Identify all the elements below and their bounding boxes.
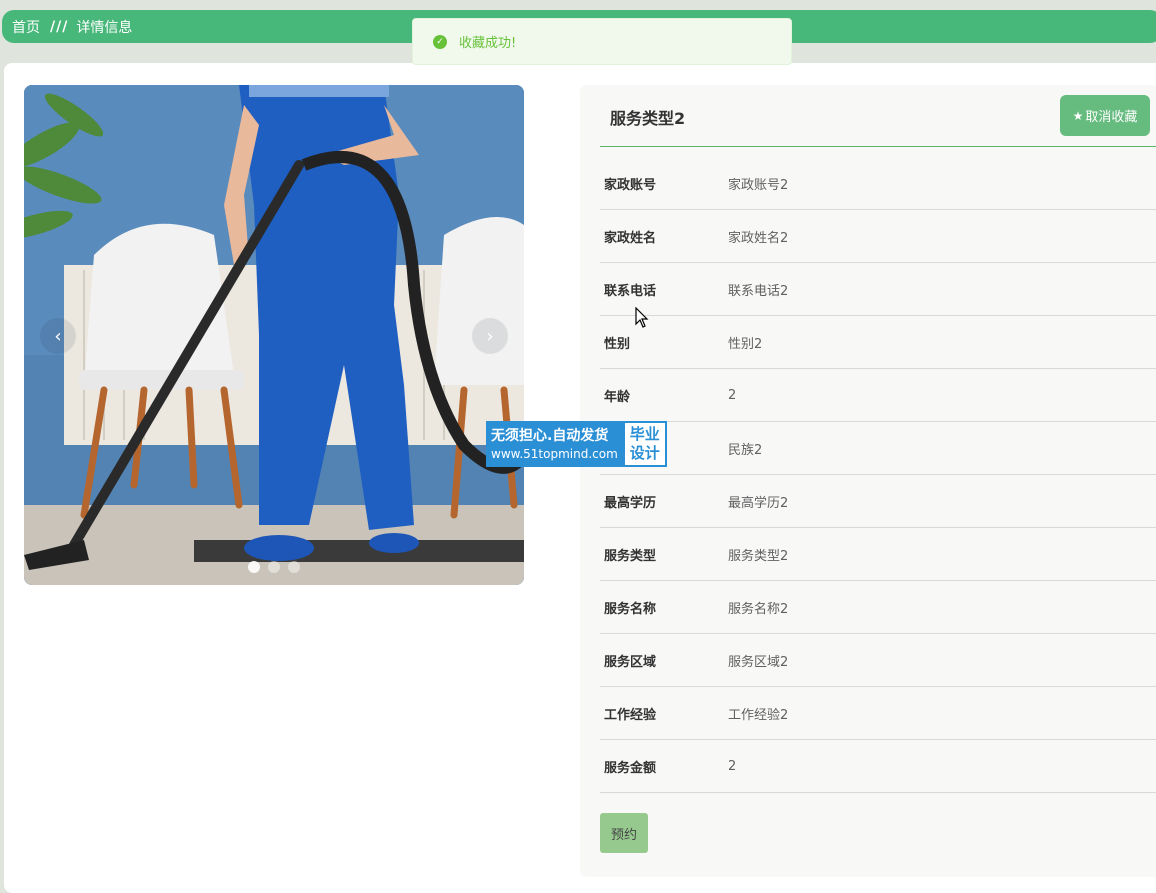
- field-label: 性别: [604, 336, 631, 352]
- field-value: 服务名称2: [728, 601, 789, 617]
- field-row: 最高学历 最高学历2: [600, 475, 1156, 528]
- check-circle-icon: ✓: [433, 34, 447, 49]
- image-carousel[interactable]: ‹ ›: [24, 85, 524, 585]
- field-row: 年龄 2: [600, 369, 1156, 422]
- detail-title: 服务类型2: [610, 109, 686, 128]
- field-row: 家政姓名 家政姓名2: [600, 210, 1156, 263]
- field-value: 服务类型2: [728, 548, 789, 564]
- field-label: 服务区域: [604, 654, 657, 670]
- field-row: 服务金额 2: [600, 740, 1156, 793]
- unfavorite-button[interactable]: ★ 取消收藏: [1060, 95, 1150, 136]
- field-label: 工作经验: [604, 707, 657, 723]
- field-label: 服务类型: [604, 548, 657, 564]
- field-row: 服务名称 服务名称2: [600, 581, 1156, 634]
- field-label: 年龄: [604, 389, 631, 405]
- field-value: 联系电话2: [728, 283, 789, 299]
- field-row: 服务区域 服务区域2: [600, 634, 1156, 687]
- breadcrumb-separator: ///: [50, 18, 69, 35]
- watermark-url: www.51topmind.com: [491, 447, 618, 461]
- carousel-dot-1[interactable]: [248, 561, 260, 573]
- field-label: 最高学历: [604, 495, 657, 511]
- breadcrumb-home-link[interactable]: 首页: [12, 17, 40, 37]
- field-label: 联系电话: [604, 283, 657, 299]
- watermark-line1: 无须担心.自动发货: [491, 428, 609, 444]
- carousel-next-button[interactable]: ›: [472, 318, 508, 354]
- field-value: 民族2: [728, 442, 763, 458]
- field-row: 服务类型 服务类型2: [600, 528, 1156, 581]
- carousel-dot-3[interactable]: [288, 561, 300, 573]
- field-label: 服务名称: [604, 601, 657, 617]
- field-row: 联系电话 联系电话2: [600, 263, 1156, 316]
- watermark-badge: 毕业 设计: [622, 421, 667, 467]
- mouse-cursor-icon: [635, 307, 649, 328]
- carousel-prev-button[interactable]: ‹: [40, 318, 76, 354]
- watermark-badge-line2: 设计: [629, 444, 660, 462]
- field-value: 性别2: [728, 336, 763, 352]
- field-value: 家政姓名2: [728, 230, 789, 246]
- watermark-text: 无须担心.自动发货 www.51topmind.com: [486, 421, 623, 467]
- detail-fields: 家政账号 家政账号2 家政姓名 家政姓名2 联系电话 联系电话2 性别 性别2 年龄 2 …: [600, 157, 1156, 793]
- field-row: 民族民族2: [600, 422, 1156, 475]
- watermark-badge-line1: 毕业: [629, 425, 660, 443]
- field-value: 服务区域2: [728, 654, 789, 670]
- field-value: 工作经验2: [728, 707, 789, 723]
- breadcrumb-current: 详情信息: [76, 19, 133, 36]
- field-value: 最高学历2: [728, 495, 789, 511]
- detail-header: 服务类型2 ★ 取消收藏: [600, 85, 1156, 147]
- star-icon: ★: [1072, 108, 1084, 123]
- field-label: 家政姓名: [604, 230, 657, 246]
- detail-card: 服务类型2 ★ 取消收藏 家政账号 家政账号2 家政姓名 家政姓名2 联系电话 联系电…: [580, 85, 1156, 877]
- chevron-right-icon: ›: [486, 325, 494, 347]
- success-toast: ✓ 收藏成功!: [412, 18, 792, 65]
- field-value: 2: [728, 387, 737, 403]
- carousel-dot-2[interactable]: [268, 561, 280, 573]
- field-row: 家政账号 家政账号2: [600, 157, 1156, 210]
- toast-message: 收藏成功!: [459, 36, 517, 51]
- watermark-banner: 无须担心.自动发货 www.51topmind.com 毕业 设计: [486, 421, 667, 467]
- field-value: 2: [728, 758, 737, 774]
- field-label: 家政账号: [604, 177, 657, 193]
- field-value: 家政账号2: [728, 177, 789, 193]
- book-button[interactable]: 预约: [600, 813, 648, 853]
- carousel-slide-image: [24, 85, 524, 585]
- carousel-indicators: [248, 561, 300, 573]
- chevron-left-icon: ‹: [54, 325, 62, 347]
- field-row: 工作经验 工作经验2: [600, 687, 1156, 740]
- unfavorite-button-label: 取消收藏: [1085, 110, 1138, 125]
- field-row: 性别 性别2: [600, 316, 1156, 369]
- field-label: 服务金额: [604, 760, 657, 776]
